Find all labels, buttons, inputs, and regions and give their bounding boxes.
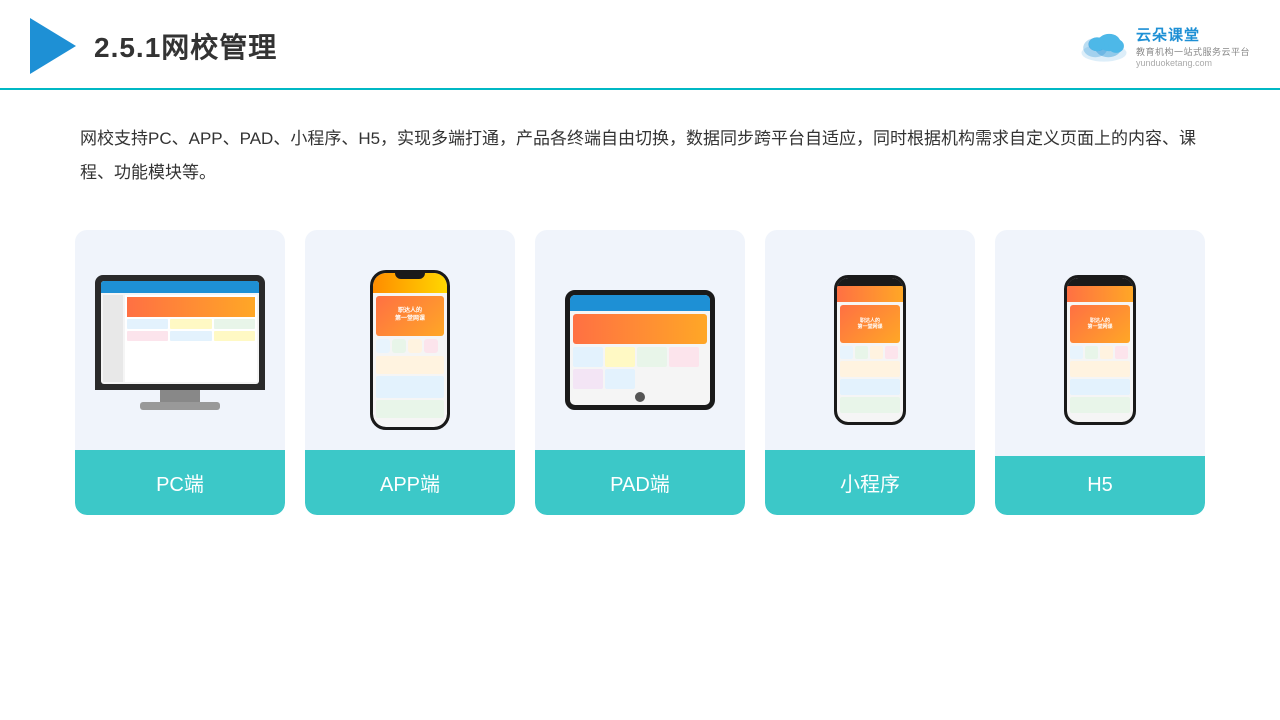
logo-sub-text: 教育机构一站式服务云平台: [1136, 45, 1250, 58]
card-h5-label: H5: [995, 456, 1205, 515]
card-miniprogram: 职达人的第一堂网课 小程序: [765, 230, 975, 515]
header-left: 2.5.1网校管理: [30, 18, 277, 74]
card-miniprogram-label: 小程序: [765, 450, 975, 515]
header-right: 云朵课堂 教育机构一站式服务云平台 yunduoketang.com: [1078, 24, 1250, 68]
card-pad-image: [535, 250, 745, 450]
cloud-logo: 云朵课堂 教育机构一站式服务云平台 yunduoketang.com: [1078, 24, 1250, 68]
card-miniprogram-image: 职达人的第一堂网课: [765, 250, 975, 450]
h5-phone-icon: 职达人的第一堂网课: [1064, 275, 1136, 425]
card-pad-label: PAD端: [535, 450, 745, 515]
card-h5-image: 职达人的第一堂网课: [995, 250, 1205, 450]
logo-domain: yunduoketang.com: [1136, 58, 1212, 68]
logo-text-block: 云朵课堂 教育机构一站式服务云平台 yunduoketang.com: [1136, 24, 1250, 68]
miniprogram-phone-icon: 职达人的第一堂网课: [834, 275, 906, 425]
page-title: 2.5.1网校管理: [94, 26, 277, 66]
card-app: 职达人的第一堂网课 APP端: [305, 230, 515, 515]
card-pc-image: [75, 250, 285, 450]
logo-main-text: 云朵课堂: [1136, 24, 1200, 45]
card-app-image: 职达人的第一堂网课: [305, 250, 515, 450]
card-pc-label: PC端: [75, 450, 285, 515]
card-app-label: APP端: [305, 450, 515, 515]
card-pc: PC端: [75, 230, 285, 515]
logo-triangle-icon: [30, 18, 76, 74]
pc-monitor-icon: [95, 275, 265, 425]
description-text: 网校支持PC、APP、PAD、小程序、H5，实现多端打通，产品各终端自由切换，数…: [0, 90, 1280, 210]
header: 2.5.1网校管理 云朵课堂 教育机构一站式服务云平台 yunduoketang…: [0, 0, 1280, 90]
cards-container: PC端 职达人的第一堂网课: [0, 220, 1280, 515]
pad-tablet-icon: [565, 290, 715, 410]
card-h5: 职达人的第一堂网课 H5: [995, 230, 1205, 515]
card-pad: PAD端: [535, 230, 745, 515]
app-phone-icon: 职达人的第一堂网课: [370, 270, 450, 430]
cloud-icon: [1078, 28, 1130, 64]
